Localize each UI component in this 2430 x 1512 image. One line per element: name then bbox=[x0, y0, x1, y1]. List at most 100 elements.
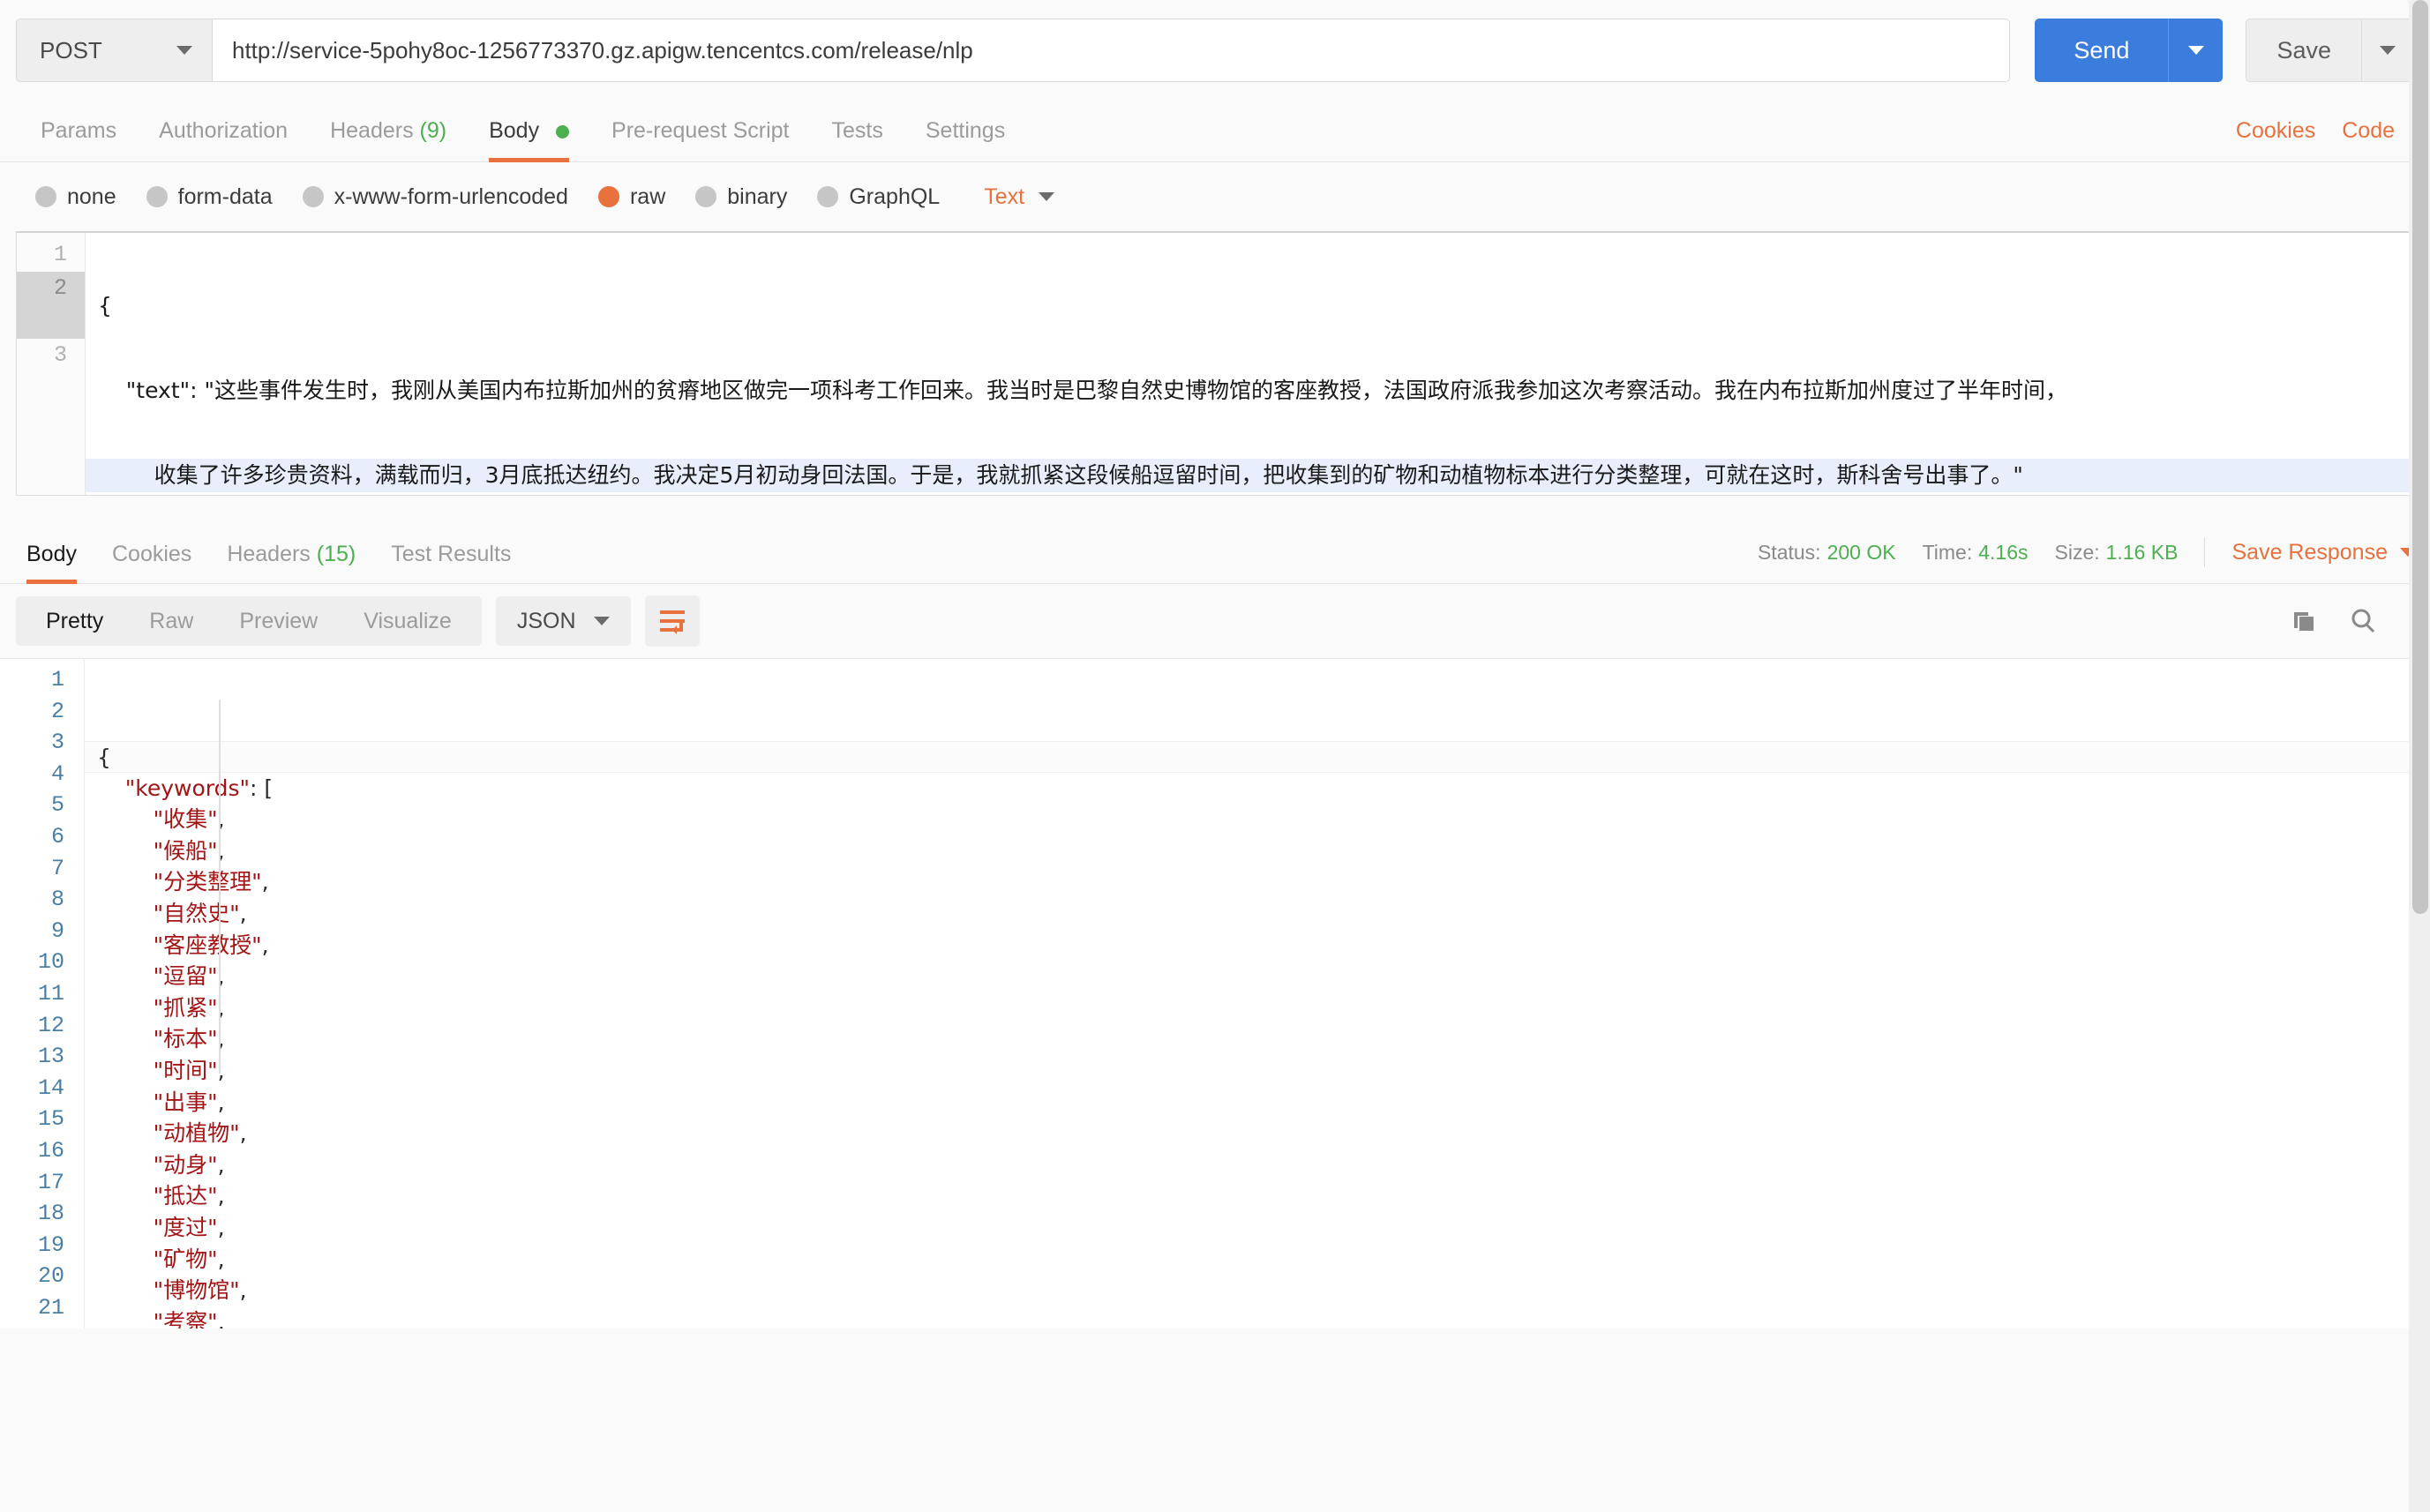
send-button[interactable]: Send bbox=[2035, 19, 2169, 82]
time-metric: Time: 4.16s bbox=[1923, 541, 2029, 565]
tab-body[interactable]: Body bbox=[468, 118, 590, 162]
token-punc: , bbox=[217, 1151, 225, 1178]
status-label: Status: bbox=[1757, 540, 1821, 564]
radio-icon bbox=[695, 186, 717, 207]
search-icon bbox=[2351, 609, 2375, 633]
cookies-link[interactable]: Cookies bbox=[2236, 118, 2315, 144]
response-tab-headers[interactable]: Headers (15) bbox=[209, 542, 373, 583]
response-tab-test-results[interactable]: Test Results bbox=[373, 542, 529, 583]
chevron-down-icon bbox=[593, 617, 610, 625]
token-str: "收集" bbox=[153, 806, 218, 833]
radio-icon bbox=[146, 186, 168, 207]
body-type-label: GraphQL bbox=[849, 183, 941, 209]
response-code-line: "考察", bbox=[85, 1306, 2430, 1329]
tab-label: Params bbox=[41, 118, 117, 143]
wrap-lines-button[interactable] bbox=[644, 595, 700, 647]
radio-icon bbox=[35, 186, 56, 207]
tab-label: Headers bbox=[330, 118, 414, 143]
http-method-label: POST bbox=[40, 36, 102, 64]
request-body-editor[interactable]: 1 2 3 { "text": "这些事件发生时，我刚从美国内布拉斯加州的贫瘠地… bbox=[16, 231, 2414, 496]
line-number: 10 bbox=[37, 949, 64, 976]
token-punc: , bbox=[261, 869, 269, 895]
token-str: "矿物" bbox=[153, 1246, 218, 1272]
chevron-down-icon bbox=[2187, 46, 2204, 55]
code-link[interactable]: Code bbox=[2342, 118, 2395, 144]
http-method-select[interactable]: POST bbox=[16, 19, 212, 82]
line-number: 17 bbox=[37, 1169, 64, 1195]
view-mode-pretty[interactable]: Pretty bbox=[23, 596, 126, 646]
tab-headers[interactable]: Headers (9) bbox=[309, 118, 468, 161]
line-number: 5 bbox=[50, 792, 64, 819]
code-line: 收集了许多珍贵资料，满载而归，3月底抵达纽约。我决定5月初动身回法国。于是，我就… bbox=[86, 459, 2413, 492]
response-gutter: 1234567891011121314151617181920212223242… bbox=[0, 659, 85, 1329]
radio-icon bbox=[817, 186, 839, 207]
postman-window: POST Send Save Params Authorization Head… bbox=[0, 0, 2430, 1512]
token-str: "客座教授" bbox=[153, 932, 262, 958]
tab-label: Headers bbox=[227, 542, 311, 566]
body-type-form-data[interactable]: form-data bbox=[146, 184, 273, 210]
body-type-label: none bbox=[67, 183, 116, 209]
token-punc: , bbox=[261, 932, 269, 958]
token-str: "度过" bbox=[153, 1214, 218, 1240]
token-str: "出事" bbox=[153, 1089, 218, 1115]
line-number: 21 bbox=[37, 1294, 64, 1321]
time-value: 4.16s bbox=[1978, 540, 2029, 564]
body-type-row: none form-data x-www-form-urlencoded raw… bbox=[0, 162, 2430, 231]
view-mode-raw[interactable]: Raw bbox=[126, 596, 216, 646]
body-type-none[interactable]: none bbox=[35, 184, 116, 210]
search-button[interactable] bbox=[2347, 605, 2379, 637]
view-mode-visualize[interactable]: Visualize bbox=[341, 596, 475, 646]
response-tab-cookies[interactable]: Cookies bbox=[94, 542, 209, 583]
response-format-select[interactable]: JSON bbox=[495, 596, 631, 646]
save-response-button[interactable]: Save Response bbox=[2231, 540, 2416, 565]
response-code-line: "动身", bbox=[85, 1149, 2430, 1181]
body-type-graphql[interactable]: GraphQL bbox=[817, 184, 940, 210]
size-metric: Size: 1.16 KB bbox=[2055, 541, 2179, 565]
token-str: "标本" bbox=[153, 1026, 218, 1052]
tab-label: Pre-request Script bbox=[611, 118, 790, 143]
request-editor-code[interactable]: { "text": "这些事件发生时，我刚从美国内布拉斯加州的贫瘠地区做完一项科… bbox=[86, 233, 2413, 495]
tab-label: Cookies bbox=[111, 542, 192, 566]
body-type-label: x-www-form-urlencoded bbox=[334, 183, 568, 209]
raw-format-select[interactable]: Text bbox=[984, 184, 1055, 210]
code-line: "text": "这些事件发生时，我刚从美国内布拉斯加州的贫瘠地区做完一项科考工… bbox=[98, 378, 2068, 403]
request-url-bar: POST Send Save bbox=[0, 0, 2430, 99]
response-code-line: "keywords": [ bbox=[85, 773, 2430, 805]
token-str: "候船" bbox=[153, 837, 218, 864]
response-tab-body[interactable]: Body bbox=[9, 542, 94, 584]
time-label: Time: bbox=[1922, 540, 1973, 564]
tab-params[interactable]: Params bbox=[19, 118, 138, 161]
request-editor-gutter: 1 2 3 bbox=[17, 233, 86, 495]
tab-tests[interactable]: Tests bbox=[811, 118, 904, 161]
tab-authorization[interactable]: Authorization bbox=[138, 118, 309, 161]
chevron-down-icon bbox=[1039, 192, 1055, 201]
line-number: 19 bbox=[37, 1231, 64, 1258]
page-scrollbar[interactable] bbox=[2409, 0, 2430, 1512]
body-type-label: raw bbox=[629, 183, 666, 209]
tab-label: Settings bbox=[925, 118, 1006, 143]
line-number: 2 bbox=[50, 698, 64, 724]
tab-settings[interactable]: Settings bbox=[904, 118, 1026, 161]
response-body-viewer[interactable]: 1234567891011121314151617181920212223242… bbox=[0, 658, 2430, 1329]
send-options-button[interactable] bbox=[2168, 19, 2224, 82]
copy-button[interactable] bbox=[2287, 605, 2319, 637]
token-str: "抓紧" bbox=[153, 994, 218, 1021]
line-number: 2 bbox=[17, 272, 85, 305]
request-url-input[interactable] bbox=[212, 19, 2011, 82]
page-scrollbar-thumb[interactable] bbox=[2412, 0, 2428, 914]
body-type-raw[interactable]: raw bbox=[597, 183, 666, 210]
response-code-line: "分类整理", bbox=[85, 866, 2430, 898]
size-label: Size: bbox=[2054, 540, 2100, 564]
body-type-binary[interactable]: binary bbox=[695, 184, 787, 210]
body-type-urlencoded[interactable]: x-www-form-urlencoded bbox=[302, 183, 568, 210]
tab-pre-request-script[interactable]: Pre-request Script bbox=[590, 118, 810, 161]
save-options-button[interactable] bbox=[2361, 19, 2414, 82]
token-str: "自然史" bbox=[153, 900, 240, 926]
response-code-line: "自然史", bbox=[85, 898, 2430, 930]
token-punc: , bbox=[217, 1246, 225, 1272]
line-number: 12 bbox=[37, 1012, 64, 1038]
save-button[interactable]: Save bbox=[2246, 19, 2361, 82]
view-mode-preview[interactable]: Preview bbox=[216, 596, 341, 646]
body-type-label: form-data bbox=[177, 183, 273, 209]
radio-selected-icon bbox=[597, 186, 619, 207]
